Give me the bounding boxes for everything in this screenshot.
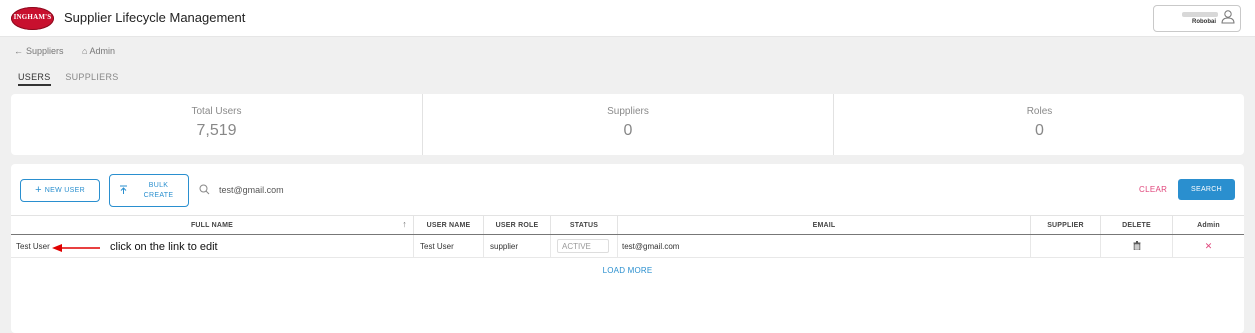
annotation-arrow-icon xyxy=(52,244,100,252)
tab-users[interactable]: USERS xyxy=(18,72,51,86)
stat-label: Total Users xyxy=(191,106,242,117)
user-email-blurred xyxy=(1182,12,1218,17)
stat-suppliers: Suppliers 0 xyxy=(422,94,833,155)
clear-button[interactable]: CLEAR xyxy=(1139,185,1167,194)
trash-icon[interactable] xyxy=(1133,240,1141,250)
cell-status: ACTIVE xyxy=(550,234,618,258)
user-menu-button[interactable]: Robobai xyxy=(1153,5,1241,32)
table-header-row: FULL NAME ↑ USER NAME USER ROLE STATUS E… xyxy=(11,215,1244,235)
logo-text: INGHAM'S xyxy=(13,13,52,21)
home-icon: ⌂ xyxy=(82,46,88,56)
stats-panel: Total Users 7,519 Suppliers 0 Roles 0 xyxy=(11,94,1244,155)
user-name: Robobai xyxy=(1192,19,1216,25)
col-admin: Admin xyxy=(1172,215,1244,235)
breadcrumb-back-label: Suppliers xyxy=(26,46,64,56)
tab-bar: USERS SUPPLIERS xyxy=(18,72,131,86)
breadcrumb-home-label: Admin xyxy=(89,46,115,56)
col-email[interactable]: EMAIL xyxy=(617,215,1031,235)
cell-email: test@gmail.com xyxy=(617,234,1031,258)
col-status[interactable]: STATUS xyxy=(550,215,618,235)
stat-value: 0 xyxy=(1035,122,1044,139)
col-user-name[interactable]: USER NAME xyxy=(413,215,484,235)
stat-label: Roles xyxy=(1026,106,1053,117)
breadcrumb-back[interactable]: ← Suppliers xyxy=(14,46,74,56)
status-field[interactable]: ACTIVE xyxy=(557,239,609,253)
breadcrumb-home[interactable]: ⌂ Admin xyxy=(82,46,123,56)
app-title: Supplier Lifecycle Management xyxy=(64,10,246,25)
load-more-button[interactable]: LOAD MORE xyxy=(11,266,1244,275)
bulk-create-button[interactable]: BULK CREATE xyxy=(109,174,189,207)
top-bar: INGHAM'S Supplier Lifecycle Management R… xyxy=(0,0,1255,37)
bulk-create-label-2: CREATE xyxy=(143,192,174,199)
stat-roles: Roles 0 xyxy=(833,94,1245,155)
brand-logo[interactable]: INGHAM'S xyxy=(11,7,54,30)
cell-user-role: supplier xyxy=(483,234,551,258)
plus-icon: + xyxy=(35,184,42,196)
col-supplier[interactable]: SUPPLIER xyxy=(1030,215,1101,235)
col-delete: DELETE xyxy=(1100,215,1173,235)
upload-icon xyxy=(120,185,127,194)
search-icon xyxy=(199,184,210,195)
tab-suppliers[interactable]: SUPPLIERS xyxy=(65,72,118,84)
search-input[interactable] xyxy=(217,184,521,196)
cell-delete xyxy=(1100,234,1173,258)
new-user-button[interactable]: + NEW USER xyxy=(20,179,100,202)
cell-admin: ✕ xyxy=(1172,234,1244,258)
stat-label: Suppliers xyxy=(607,106,649,117)
close-icon[interactable]: ✕ xyxy=(1205,241,1213,251)
bulk-create-label-1: BULK xyxy=(148,182,169,189)
stat-value: 7,519 xyxy=(196,122,237,139)
cell-user-name: Test User xyxy=(413,234,484,258)
user-avatar-icon xyxy=(1221,10,1235,24)
breadcrumb: ← Suppliers ⌂ Admin xyxy=(14,46,131,56)
sort-arrow-up-icon[interactable]: ↑ xyxy=(402,219,407,229)
col-user-role[interactable]: USER ROLE xyxy=(483,215,551,235)
annotation-text: click on the link to edit xyxy=(110,241,218,253)
arrow-left-icon: ← xyxy=(14,46,23,56)
search-button[interactable]: SEARCH xyxy=(1178,179,1235,200)
new-user-label: NEW USER xyxy=(44,187,85,194)
stat-total-users: Total Users 7,519 xyxy=(11,94,422,155)
cell-supplier xyxy=(1030,234,1101,258)
stat-value: 0 xyxy=(623,122,633,139)
col-full-name[interactable]: FULL NAME ↑ xyxy=(11,215,414,235)
col-full-name-label: FULL NAME xyxy=(190,221,234,229)
